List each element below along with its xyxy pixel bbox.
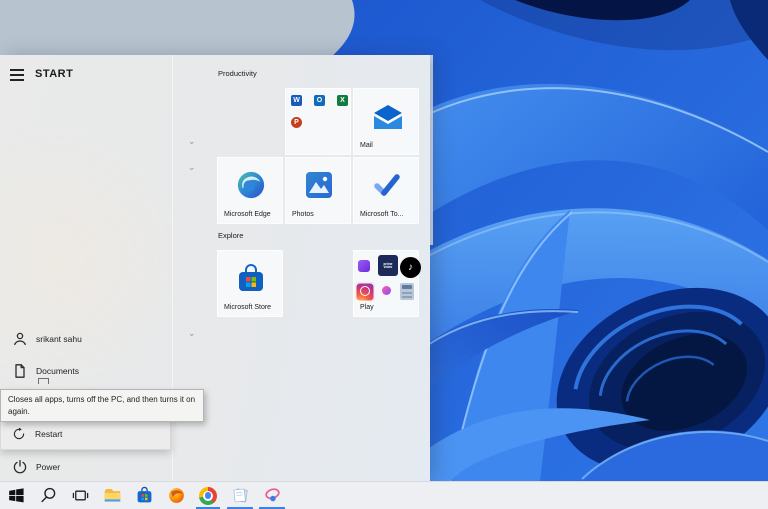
menu-edge-highlight [430,55,433,245]
tile-label: Microsoft Store [224,304,272,311]
start-button[interactable] [0,482,32,509]
taskbar-search-button[interactable] [32,482,64,509]
tile-play-folder[interactable]: prime video ♪ Play [353,250,421,317]
edge-icon [237,171,265,199]
notepad-icon [233,488,248,503]
documents-label: Documents [36,366,79,376]
tile-microsoft-todo[interactable]: Microsoft To... [353,157,419,224]
paint-icon [264,488,280,502]
tooltip-text: Closes all apps, turns off the PC, and t… [8,395,196,416]
messenger-icon [382,286,391,295]
tile-microsoft-edge[interactable]: Microsoft Edge [217,157,283,224]
clipchamp-icon [358,260,370,272]
task-view-icon [72,490,88,501]
tile-label: Mail [360,142,373,149]
powerpoint-icon: P [291,117,302,128]
tile-label: Microsoft To... [360,211,404,218]
pictures-icon[interactable] [38,378,49,384]
notepad-button[interactable] [224,482,256,509]
chrome-button[interactable] [192,482,224,509]
tile-microsoft-store[interactable]: Microsoft Store [217,250,283,317]
restart-button[interactable]: Restart [1,418,170,449]
store-bag-icon [239,264,263,291]
group-label-explore: Explore [218,231,244,240]
chrome-icon [199,486,217,505]
photos-icon [306,172,332,198]
outlook-icon: O [314,95,325,106]
file-explorer-button[interactable] [96,482,128,509]
chevron-down-icon[interactable]: ⌄ [188,163,196,172]
tile-office-folder[interactable]: W O X P [285,88,351,155]
chevron-down-icon[interactable]: ⌄ [188,137,196,146]
file-explorer-icon [104,489,120,502]
store-icon [137,486,151,503]
excel-icon: X [337,95,348,106]
taskbar [0,481,768,509]
power-label: Power [36,462,61,472]
sidebar-item-power[interactable]: Power [0,455,172,479]
restart-label: Restart [35,428,63,439]
instagram-icon [355,282,375,302]
tile-label: Microsoft Edge [224,211,271,218]
restart-tooltip: Closes all apps, turns off the PC, and t… [0,389,204,423]
tile-mail[interactable]: Mail [353,88,419,155]
start-menu-title: START [35,68,74,80]
word-icon: W [291,95,302,106]
sidebar-item-user[interactable]: srikant sahu [0,327,172,351]
tile-photos[interactable]: Photos [285,157,351,224]
search-icon [40,487,55,503]
tile-label: Play [360,304,374,311]
group-label-productivity: Productivity [218,69,257,78]
prime-video-icon: prime video [378,255,398,276]
calculator-icon [400,283,414,300]
start-menu: START srikant sahu Documents Closes all … [0,55,430,481]
mail-icon [374,105,402,129]
hamburger-icon[interactable] [10,69,24,81]
chevron-down-icon[interactable]: ⌄ [188,329,196,338]
task-view-button[interactable] [64,482,96,509]
document-icon [15,364,25,378]
windows-logo-icon [8,488,24,503]
firefox-button[interactable] [160,482,192,509]
sidebar-item-documents[interactable]: Documents [0,359,172,383]
firefox-icon [168,488,184,503]
tiktok-icon: ♪ [400,257,421,278]
tile-label: Photos [292,211,314,218]
user-name-label: srikant sahu [36,334,82,344]
taskbar-icons [0,482,768,509]
store-taskbar-button[interactable] [128,482,160,509]
todo-check-icon [374,174,400,196]
start-menu-header: START [0,63,172,89]
restart-icon [13,427,25,439]
user-icon [14,332,26,346]
power-icon [13,459,27,474]
paint-app-button[interactable] [256,482,288,509]
